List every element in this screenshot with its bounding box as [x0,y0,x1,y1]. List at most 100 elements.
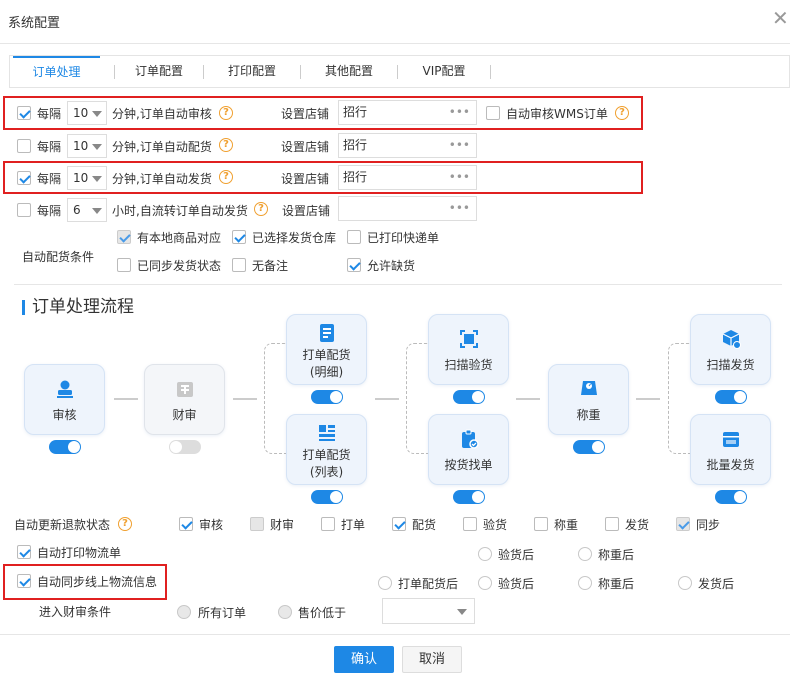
refund-allocate-checkbox[interactable] [392,517,406,531]
sync-after-weigh-radio[interactable] [578,576,592,590]
footer-divider [0,634,790,635]
chevron-down-icon [92,208,102,214]
alloc-synced-ship-checkbox[interactable] [117,258,131,272]
sync-after-print-radio[interactable] [378,576,392,590]
refund-print-checkbox[interactable] [321,517,335,531]
refund-option-label: 称重 [554,518,579,532]
flow-step-label: 财审 [172,408,197,422]
flow-step-label: 扫描发货 [706,358,755,372]
flow-step-print-detail[interactable]: 打单配货 (明细) [286,314,367,385]
calendar-box-icon [722,432,739,447]
alloc-local-goods-checkbox[interactable] [117,230,131,244]
cancel-button[interactable]: 取消 [402,646,462,673]
refund-option-label: 审核 [199,518,224,532]
radio-label: 打单配货后 [398,577,459,591]
tab-other-config[interactable]: 其他配置 [301,56,397,87]
flow-connector [516,398,540,400]
flow-step-scan-ship[interactable]: 扫描发货 [690,314,771,385]
auto-print-logistics-checkbox[interactable] [17,545,31,559]
flow-branch-bracket [264,343,286,454]
finance-box-icon [176,382,193,397]
interval-value: 6 [73,203,81,217]
help-icon[interactable]: ? [254,202,268,216]
tab-print-config[interactable]: 打印配置 [204,56,300,87]
refund-option-label: 配货 [412,518,437,532]
alloc-allow-shortage-checkbox[interactable] [347,258,361,272]
refund-status-label: 自动更新退款状态 [14,518,111,532]
finance-price-select[interactable] [382,598,475,624]
auto-transfer-shop-input[interactable]: ••• [338,196,477,221]
refund-weigh-checkbox[interactable] [534,517,548,531]
finance-all-orders-radio[interactable] [177,605,191,619]
auto-allocate-desc: 分钟,订单自动配货 [112,140,212,154]
alloc-no-remark-checkbox[interactable] [232,258,246,272]
refund-audit-checkbox[interactable] [179,517,193,531]
close-icon[interactable]: ✕ [772,8,789,28]
flow-step-print-list[interactable]: 打单配货 (列表) [286,414,367,485]
document-list-icon [319,324,334,342]
auto-transfer-interval-select[interactable]: 6 [67,198,107,222]
alloc-option-label: 允许缺货 [367,259,416,273]
section-divider [14,284,782,285]
more-icon[interactable]: ••• [449,197,470,220]
refund-check-checkbox[interactable] [463,517,477,531]
weigh-toggle[interactable] [573,440,605,454]
flow-step-audit[interactable]: 审核 [24,364,105,435]
finance-toggle[interactable] [169,440,201,454]
flow-connector [636,398,660,400]
auto-allocate-every-label: 每隔 [37,140,62,154]
flow-step-label: 按货找单 [444,458,493,472]
flow-step-scan-check[interactable]: 扫描验货 [428,314,509,385]
radio-label: 所有订单 [198,606,247,620]
scan-ship-toggle[interactable] [715,390,747,404]
sync-after-check-radio[interactable] [478,576,492,590]
header-divider [0,43,790,44]
print-after-weigh-radio[interactable] [578,547,592,561]
flow-step-finance[interactable]: 财审 [144,364,225,435]
help-icon[interactable]: ? [118,517,132,531]
scan-check-toggle[interactable] [453,390,485,404]
alloc-option-label: 有本地商品对应 [137,231,222,245]
audit-toggle[interactable] [49,440,81,454]
print-after-check-radio[interactable] [478,547,492,561]
radio-label: 验货后 [498,577,535,591]
flow-step-label: 打单配货 (列表) [302,448,351,479]
finance-price-below-radio[interactable] [278,605,292,619]
pick-by-goods-toggle[interactable] [453,490,485,504]
shop-label: 设置店铺 [282,204,331,218]
auto-transfer-ship-checkbox[interactable] [17,203,31,217]
help-icon[interactable]: ? [219,138,233,152]
scan-icon [459,330,478,348]
print-detail-toggle[interactable] [311,390,343,404]
refund-ship-checkbox[interactable] [605,517,619,531]
tab-order-processing[interactable]: 订单处理 [13,56,100,87]
confirm-button[interactable]: 确认 [334,646,394,673]
flow-step-weigh[interactable]: 称重 [548,364,629,435]
auto-transfer-desc: 小时,自流转订单自动发货 [112,204,248,218]
more-icon[interactable]: ••• [449,134,470,157]
flow-title: 订单处理流程 [32,297,134,317]
flow-step-batch-ship[interactable]: 批量发货 [690,414,771,485]
user-stamp-icon [56,380,73,398]
alloc-warehouse-checkbox[interactable] [232,230,246,244]
flow-step-label: 打单配货 (明细) [302,348,351,379]
flow-step-pick-by-goods[interactable]: 按货找单 [428,414,509,485]
alloc-printed-express-checkbox[interactable] [347,230,361,244]
refund-finance-checkbox[interactable] [250,517,264,531]
refund-option-label: 财审 [270,518,295,532]
tab-order-config[interactable]: 订单配置 [115,56,203,87]
chevron-down-icon [92,144,102,150]
refund-sync-checkbox[interactable] [676,517,690,531]
flow-connector [114,398,138,400]
auto-allocate-interval-select[interactable]: 10 [67,134,107,158]
alloc-option-label: 已打印快递单 [367,231,440,245]
auto-allocate-checkbox[interactable] [17,139,31,153]
flow-step-label: 批量发货 [706,458,755,472]
print-list-toggle[interactable] [311,490,343,504]
auto-print-logistics-label: 自动打印物流单 [37,546,122,560]
batch-ship-toggle[interactable] [715,490,747,504]
tab-vip-config[interactable]: VIP配置 [398,56,490,87]
sync-after-ship-radio[interactable] [678,576,692,590]
radio-label: 验货后 [498,548,535,562]
auto-allocate-shop-input[interactable]: 招行 ••• [338,133,477,158]
